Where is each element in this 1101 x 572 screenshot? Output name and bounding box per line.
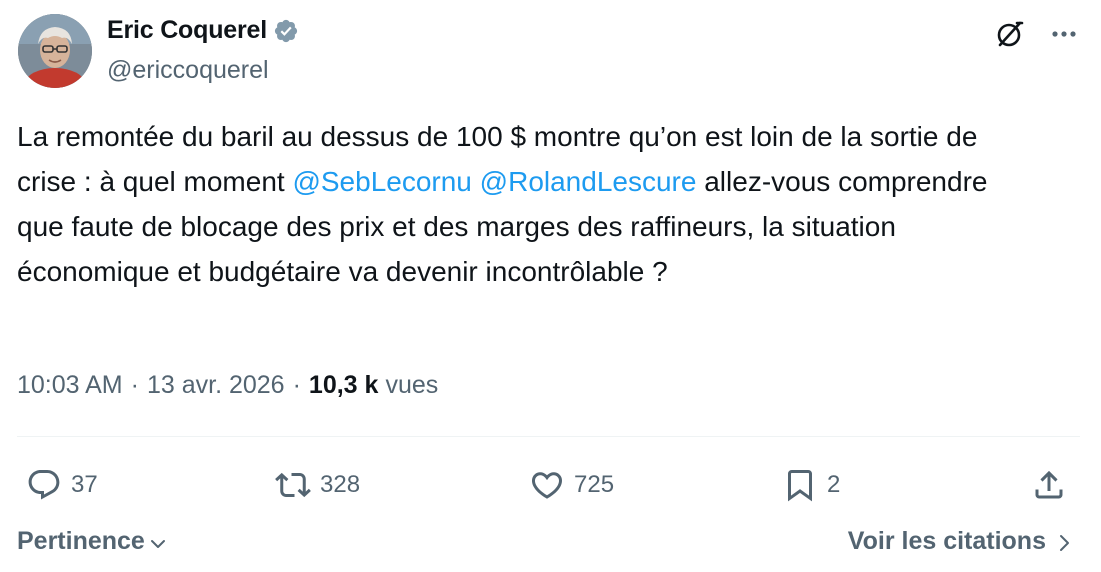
tweet-card: Eric Coquerel @ericcoquerel La remontée … (0, 0, 1101, 572)
author-handle[interactable]: @ericcoquerel (107, 56, 269, 85)
view-quotes-label: Voir les citations (847, 527, 1046, 555)
top-actions (993, 17, 1079, 51)
tweet-text: La remontée du baril au dessus de 100 $ … (17, 114, 1027, 294)
like-count: 725 (574, 471, 615, 498)
heart-icon (529, 467, 565, 503)
bookmark-icon (782, 467, 818, 503)
more-dots-icon[interactable] (1049, 19, 1079, 49)
author-display-name[interactable]: Eric Coquerel (107, 16, 267, 45)
chevron-right-icon (1054, 531, 1074, 553)
retweet-arrows-icon (275, 467, 311, 503)
retweet-count: 328 (320, 471, 361, 498)
tweet-date[interactable]: 13 avr. 2026 (147, 371, 285, 400)
sort-dropdown[interactable]: Pertinence (17, 527, 168, 556)
verified-badge-icon[interactable] (273, 18, 299, 44)
speech-bubble-icon (26, 467, 62, 503)
mention-link[interactable]: @SebLecornu (292, 166, 471, 197)
chevron-down-icon (148, 530, 168, 554)
avatar-photo (18, 14, 92, 88)
reply-count: 37 (71, 471, 98, 498)
bookmark-button[interactable]: 2 (782, 460, 840, 510)
tweet-meta: 10:03 AM · 13 avr. 2026 · 10,3 k vues (17, 371, 438, 400)
retweet-button[interactable]: 328 (275, 460, 360, 510)
grok-icon[interactable] (993, 17, 1027, 51)
meta-separator: · (292, 371, 301, 399)
reply-button[interactable]: 37 (26, 460, 98, 510)
sort-label: Pertinence (17, 527, 145, 555)
mention-link[interactable]: @RolandLescure (480, 166, 697, 197)
view-quotes-link[interactable]: Voir les citations (848, 527, 1074, 556)
divider (17, 436, 1080, 437)
share-button[interactable] (1031, 460, 1067, 510)
tweet-time[interactable]: 10:03 AM (17, 371, 123, 400)
views-count[interactable]: 10,3 k (309, 371, 379, 400)
views-label: vues (385, 371, 439, 399)
share-upload-icon (1031, 467, 1067, 503)
like-button[interactable]: 725 (529, 460, 614, 510)
avatar[interactable] (18, 14, 92, 88)
meta-separator: · (130, 371, 139, 399)
tweet-text-part (472, 166, 480, 197)
action-bar: 37 328 725 2 (0, 460, 1101, 510)
author-name-row[interactable]: Eric Coquerel (107, 16, 299, 45)
bookmark-count: 2 (827, 471, 841, 498)
